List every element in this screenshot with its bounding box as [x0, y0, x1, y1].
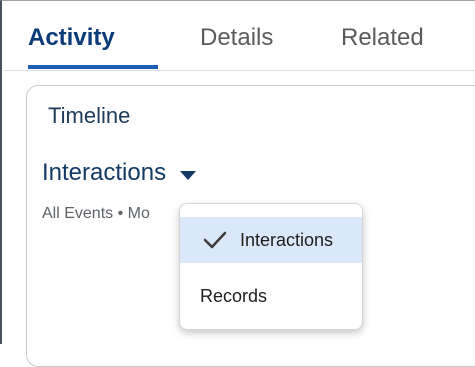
filter-selected-label: Interactions	[42, 159, 167, 186]
tab-activity[interactable]: Activity	[28, 2, 115, 70]
menu-item-label: Interactions	[240, 229, 334, 250]
window-frame: Activity Details Related Timeline Intera…	[0, 0, 475, 367]
active-tab-indicator	[28, 65, 158, 69]
check-icon	[203, 231, 227, 249]
timeline-title: Timeline	[48, 103, 131, 128]
tab-bar: Activity Details Related	[4, 2, 475, 71]
tab-related[interactable]: Related	[341, 2, 424, 70]
timeline-filter-dropdown[interactable]: Interactions	[42, 157, 197, 189]
chevron-down-icon	[180, 170, 197, 180]
menu-item-label: Records	[200, 285, 268, 306]
events-summary: All Events • Mo	[42, 205, 150, 222]
menu-item-records[interactable]: Records	[180, 273, 362, 319]
menu-item-interactions[interactable]: Interactions	[180, 217, 362, 263]
filter-dropdown-menu: Interactions Records	[179, 203, 363, 330]
tab-details[interactable]: Details	[200, 2, 273, 70]
